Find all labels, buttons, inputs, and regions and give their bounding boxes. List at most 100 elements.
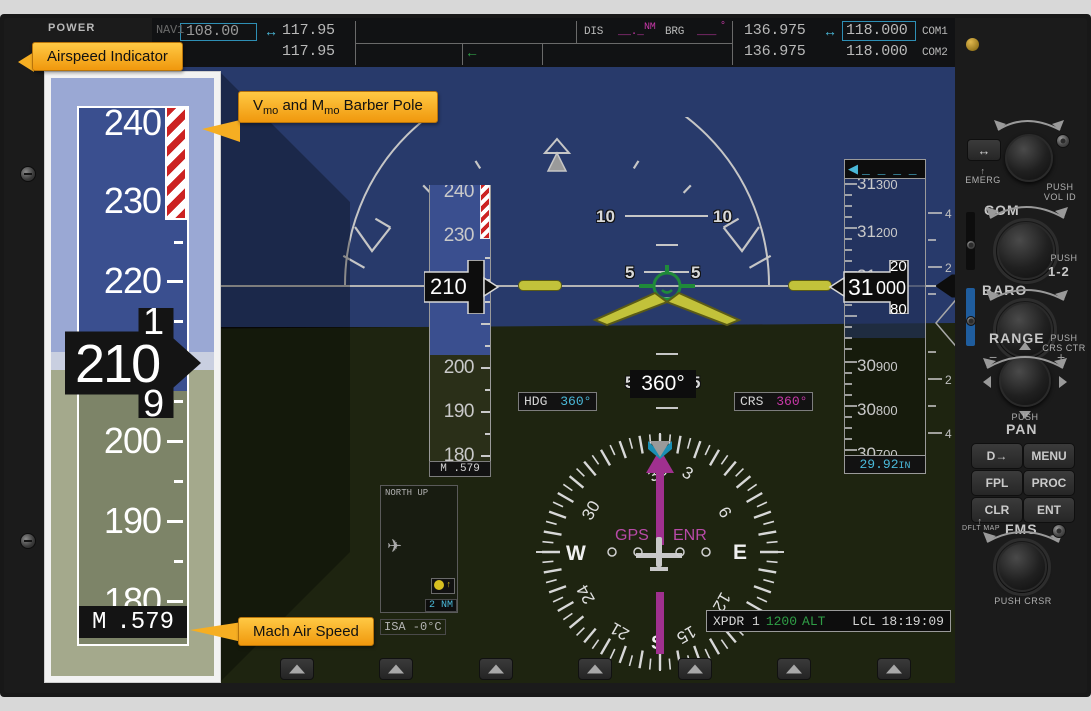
transponder-status-strip[interactable]: XPDR 1 1200 ALT LCL 18:19:09 — [706, 610, 951, 632]
hdg-value: 360° — [560, 394, 592, 409]
svg-text:24: 24 — [573, 581, 599, 607]
nav1-active-value[interactable]: 117.95 — [282, 22, 335, 39]
heading-readout: 360° — [630, 370, 696, 398]
inset-aircraft-icon: ✈ — [387, 536, 403, 556]
airspeed-readout-background: 210 — [424, 260, 500, 314]
svg-text:−: − — [989, 349, 997, 365]
course-box[interactable]: CRS 360° — [734, 392, 814, 411]
hdg-label: HDG — [524, 394, 548, 409]
crs-value: 360° — [776, 394, 808, 409]
com2-active-value[interactable]: 118.000 — [846, 43, 908, 60]
direct-to-button[interactable]: D→ — [971, 443, 1023, 469]
svg-text:W: W — [566, 542, 586, 565]
baro-setting-box[interactable]: 29.92IN — [844, 455, 926, 474]
softkey-button-cdi[interactable] — [279, 658, 314, 680]
top-data-bar: 108.00 NAV1 ↔ 117.95 117.95 ← DIS __._ N… — [152, 18, 955, 67]
altitude-readout: 31 000 20 80 — [828, 260, 909, 314]
softkey-button-adf-dme[interactable] — [379, 658, 413, 680]
svg-text:000: 000 — [876, 278, 906, 298]
divider-4 — [576, 21, 577, 43]
mach-air-speed-callout: Mach Air Speed — [238, 617, 374, 646]
mag-speed-220: 220 — [103, 260, 162, 301]
pitch-10-right: 10 — [713, 207, 732, 226]
svg-text:21: 21 — [607, 618, 633, 644]
brg-unit: ° — [720, 21, 726, 32]
ent-button[interactable]: ENT — [1023, 497, 1075, 523]
com1-standby-value[interactable]: 136.975 — [744, 22, 806, 39]
altimeter-tape: 31300 31200 31100 30900 30800 30700 — [844, 177, 926, 459]
aircraft-symbol — [592, 265, 742, 327]
svg-text:210: 210 — [430, 274, 467, 299]
svg-text:20: 20 — [890, 260, 907, 275]
softkey-button-ident[interactable] — [578, 658, 612, 680]
mach-callout-pointer — [190, 622, 242, 642]
vsi-pointer — [936, 274, 955, 298]
pan-label: PAN — [1006, 421, 1038, 437]
brg-value: ___ — [697, 26, 717, 38]
barber-pole-callout: Vmo and Mmo Barber Pole — [238, 91, 438, 123]
emerg-label: EMERG — [965, 175, 1001, 185]
nav1-standby-value[interactable]: 108.00 — [186, 23, 239, 40]
svg-text:4: 4 — [945, 427, 952, 441]
mag-speed-200: 200 — [103, 420, 162, 461]
magnified-airspeed-readout: 210 1 9 — [65, 308, 201, 418]
com2-label: COM2 — [922, 47, 948, 59]
com-push-label: PUSH — [1050, 253, 1078, 263]
crs-label: CRS — [740, 394, 764, 409]
barber-pole-callout-pointer — [202, 120, 240, 142]
softkey-button-msg[interactable] — [876, 658, 911, 680]
pfd-body: 10 10 5 5 5 5 — [152, 67, 955, 683]
bezel-screw-fms — [1052, 524, 1066, 538]
menu-button[interactable]: MENU — [1023, 443, 1075, 469]
hsi-compass[interactable]: 33 3 6 E 12 15 S 21 24 W 30 — [530, 427, 790, 677]
pitch-bar-25dn — [656, 353, 678, 355]
softkey-button-tmr-ref[interactable] — [677, 658, 712, 680]
inset-map[interactable]: NORTH UP ✈ ↑ 2 NM — [380, 485, 458, 613]
com-1-2-label: 1-2 — [1048, 264, 1070, 279]
inset-traffic-symbol: ↑ — [431, 578, 455, 594]
fpl-button[interactable]: FPL — [971, 470, 1023, 496]
com-volume-knob[interactable] — [1005, 134, 1053, 182]
push-crsr-label: PUSH CRSR — [994, 596, 1052, 606]
pitch-bar-75dn — [656, 407, 678, 409]
com1-active-value[interactable]: 118.000 — [846, 22, 908, 39]
magnifier-glass: 240 230 220 200 190 180 210 1 9 M .579 — [51, 78, 214, 676]
bezel-screw-com — [1056, 134, 1070, 148]
svg-text:6: 6 — [714, 504, 735, 522]
selected-altitude-box[interactable]: ◀ _ _ _ _ — [844, 159, 926, 179]
lcl-time: 18:19:09 — [881, 613, 944, 629]
vertical-speed-indicator: 4 2 2 4 — [928, 207, 955, 441]
pitch-bar-75 — [656, 244, 678, 246]
com1-swap-icon[interactable]: ↔ — [823, 23, 837, 39]
mach-value: .579 — [116, 608, 174, 636]
softkey-button-xpdr-tfc[interactable] — [478, 658, 513, 680]
dis-value: __._ — [618, 26, 644, 38]
svg-text:2: 2 — [945, 373, 952, 387]
com2-standby-value[interactable]: 136.975 — [744, 43, 806, 60]
inset-scale: 2 NM — [424, 599, 457, 612]
mag-speed-190: 190 — [103, 500, 162, 541]
divider-h — [355, 43, 732, 44]
svg-text:80: 80 — [890, 301, 907, 314]
roll-pointer-outline — [542, 137, 572, 154]
svg-text:15: 15 — [673, 622, 699, 648]
svg-text:+: + — [1057, 349, 1065, 365]
softkey-button-nrst[interactable] — [777, 658, 811, 680]
power-label: POWER — [48, 22, 96, 34]
wing-left — [518, 280, 562, 291]
com-swap-button[interactable]: ↔ — [967, 139, 1001, 161]
svg-text:30: 30 — [578, 497, 604, 523]
nav2-active-value[interactable]: 117.95 — [282, 43, 335, 60]
lcl-label: LCL — [852, 613, 876, 629]
pitch-10-left: 10 — [596, 207, 615, 226]
airspeed-magnifier: 240 230 220 200 190 180 210 1 9 M .579 — [45, 72, 220, 682]
inset-orientation-label: NORTH UP — [385, 488, 429, 498]
heading-bug-box[interactable]: HDG 360° — [518, 392, 598, 411]
proc-button[interactable]: PROC — [1023, 470, 1075, 496]
fms-outer-ring[interactable] — [993, 538, 1051, 596]
airspeed-tape-background: 240 230 220 200 190 180 — [429, 185, 491, 473]
svg-text:GPS: GPS — [615, 527, 649, 544]
xpdr-label: XPDR 1 — [713, 613, 760, 629]
nav1-swap-icon[interactable]: ↔ — [264, 23, 278, 39]
dis-unit: NM — [644, 22, 656, 33]
